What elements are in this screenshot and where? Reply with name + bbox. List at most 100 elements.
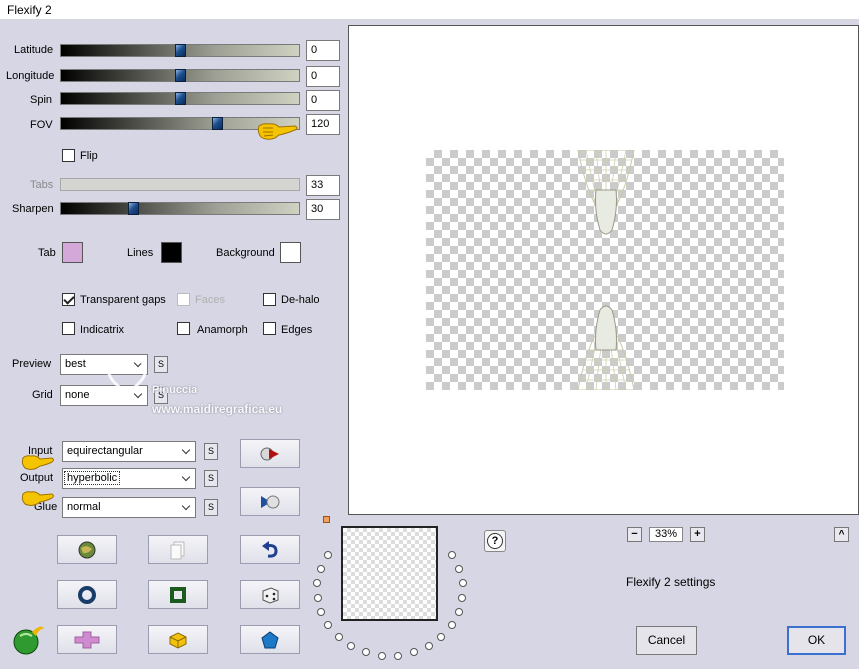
flip-label: Flip [80, 150, 98, 162]
sphere-play-icon [260, 447, 279, 460]
copy-icon [170, 541, 185, 559]
watermark-url: www.maidiregrafica.eu [152, 402, 283, 416]
output-select[interactable]: hyperbolic [62, 468, 196, 489]
longitude-slider[interactable] [60, 69, 300, 82]
chevron-down-icon [181, 445, 191, 455]
undo-button[interactable] [240, 535, 300, 564]
frame-icon [170, 586, 186, 603]
dice-icon [262, 586, 279, 604]
grid-select-value: none [65, 389, 90, 401]
play-sphere-icon [261, 495, 280, 508]
glue-browse-button[interactable] [240, 487, 300, 516]
hyperbolic-shape-bottom [577, 305, 635, 390]
collapse-button[interactable]: ^ [834, 527, 849, 542]
navigator-ring-dot [394, 651, 403, 660]
glue-s-button[interactable]: S [204, 499, 218, 516]
input-browse-button[interactable] [240, 439, 300, 468]
lines-color-swatch[interactable] [161, 242, 182, 263]
tab-color-label: Tab [38, 247, 56, 259]
lines-color-label: Lines [127, 247, 154, 259]
indicatrix-checkbox[interactable] [62, 322, 75, 335]
de-halo-label: De-halo [281, 294, 320, 306]
cross-shape-icon [74, 631, 100, 648]
fov-input[interactable]: 120 [306, 114, 340, 135]
plus-shape-button[interactable] [57, 625, 117, 654]
latitude-slider-thumb[interactable] [175, 44, 186, 57]
preview-label: Preview [12, 358, 52, 370]
watermark-name: Pinuccia [152, 384, 198, 396]
edges-label: Edges [281, 324, 313, 336]
spin-label: Spin [30, 94, 53, 106]
spin-input[interactable]: 0 [306, 90, 340, 111]
help-button[interactable]: ? [484, 530, 506, 552]
navigator-ring-dot [455, 564, 464, 573]
pointing-hand-icon [257, 123, 298, 140]
navigator-ring-dot [377, 651, 386, 660]
zoom-in-button[interactable]: + [690, 527, 705, 542]
input-s-button[interactable]: S [204, 443, 218, 460]
pointing-hand-icon [21, 455, 54, 470]
cancel-button[interactable]: Cancel [636, 626, 697, 655]
fov-slider-thumb[interactable] [212, 117, 223, 130]
tabs-slider [60, 178, 300, 191]
sharpen-label: Sharpen [12, 203, 54, 215]
copy-button[interactable] [148, 535, 208, 564]
spin-slider-thumb[interactable] [175, 92, 186, 105]
gem-button[interactable] [240, 625, 300, 654]
chevron-down-icon [181, 501, 191, 511]
ok-button[interactable]: OK [787, 626, 846, 655]
transparent-gaps-label: Transparent gaps [80, 294, 166, 306]
output-s-button[interactable]: S [204, 470, 218, 487]
ring-icon [78, 585, 96, 604]
globe-icon [78, 541, 96, 558]
sharpen-slider-thumb[interactable] [128, 202, 139, 215]
de-halo-checkbox[interactable] [263, 293, 276, 306]
navigator-ring-dot [424, 641, 433, 650]
frame-button[interactable] [148, 580, 208, 609]
background-color-swatch[interactable] [280, 242, 301, 263]
help-icon: ? [487, 533, 503, 549]
navigator-ring-dot [334, 632, 343, 641]
spin-slider[interactable] [60, 92, 300, 105]
latitude-input[interactable]: 0 [306, 40, 340, 61]
faces-label: Faces [195, 294, 225, 306]
globe-button[interactable] [57, 535, 117, 564]
tabs-input: 33 [306, 175, 340, 196]
title-bar: Flexify 2 [0, 0, 859, 20]
transparent-gaps-checkbox[interactable] [62, 293, 75, 306]
preview-s-button[interactable]: S [154, 356, 168, 373]
ring-button[interactable] [57, 580, 117, 609]
pointing-hand-icon [21, 491, 54, 506]
hyperbolic-shape-top [577, 150, 635, 235]
sharpen-input[interactable]: 30 [306, 199, 340, 220]
input-select[interactable]: equirectangular [62, 441, 196, 462]
longitude-input[interactable]: 0 [306, 66, 340, 87]
flexify-logo-icon [13, 626, 44, 655]
longitude-label: Longitude [6, 70, 55, 82]
glue-select[interactable]: normal [62, 497, 196, 518]
latitude-label: Latitude [14, 44, 54, 56]
longitude-slider-thumb[interactable] [175, 69, 186, 82]
dice-button[interactable] [240, 580, 300, 609]
zoom-level: 33% [649, 527, 683, 542]
navigator-ring-dot [447, 621, 456, 630]
fov-label: FOV [30, 119, 53, 131]
edges-checkbox[interactable] [263, 322, 276, 335]
latitude-slider[interactable] [60, 44, 300, 57]
chevron-down-icon [181, 472, 191, 482]
navigator-ring-dot [454, 608, 463, 617]
anamorph-checkbox[interactable] [177, 322, 190, 335]
window-title: Flexify 2 [7, 3, 52, 17]
zoom-out-button[interactable]: − [627, 527, 642, 542]
sharpen-slider[interactable] [60, 202, 300, 215]
navigator-handle[interactable] [323, 516, 330, 523]
navigator-thumbnail[interactable] [341, 526, 438, 621]
settings-name: Flexify 2 settings [626, 575, 716, 589]
tab-color-swatch[interactable] [62, 242, 83, 263]
grid-label: Grid [32, 389, 53, 401]
flip-checkbox[interactable] [62, 149, 75, 162]
undo-icon [262, 540, 278, 558]
indicatrix-label: Indicatrix [80, 324, 125, 336]
cube-button[interactable] [148, 625, 208, 654]
heart-watermark-icon [107, 358, 147, 395]
